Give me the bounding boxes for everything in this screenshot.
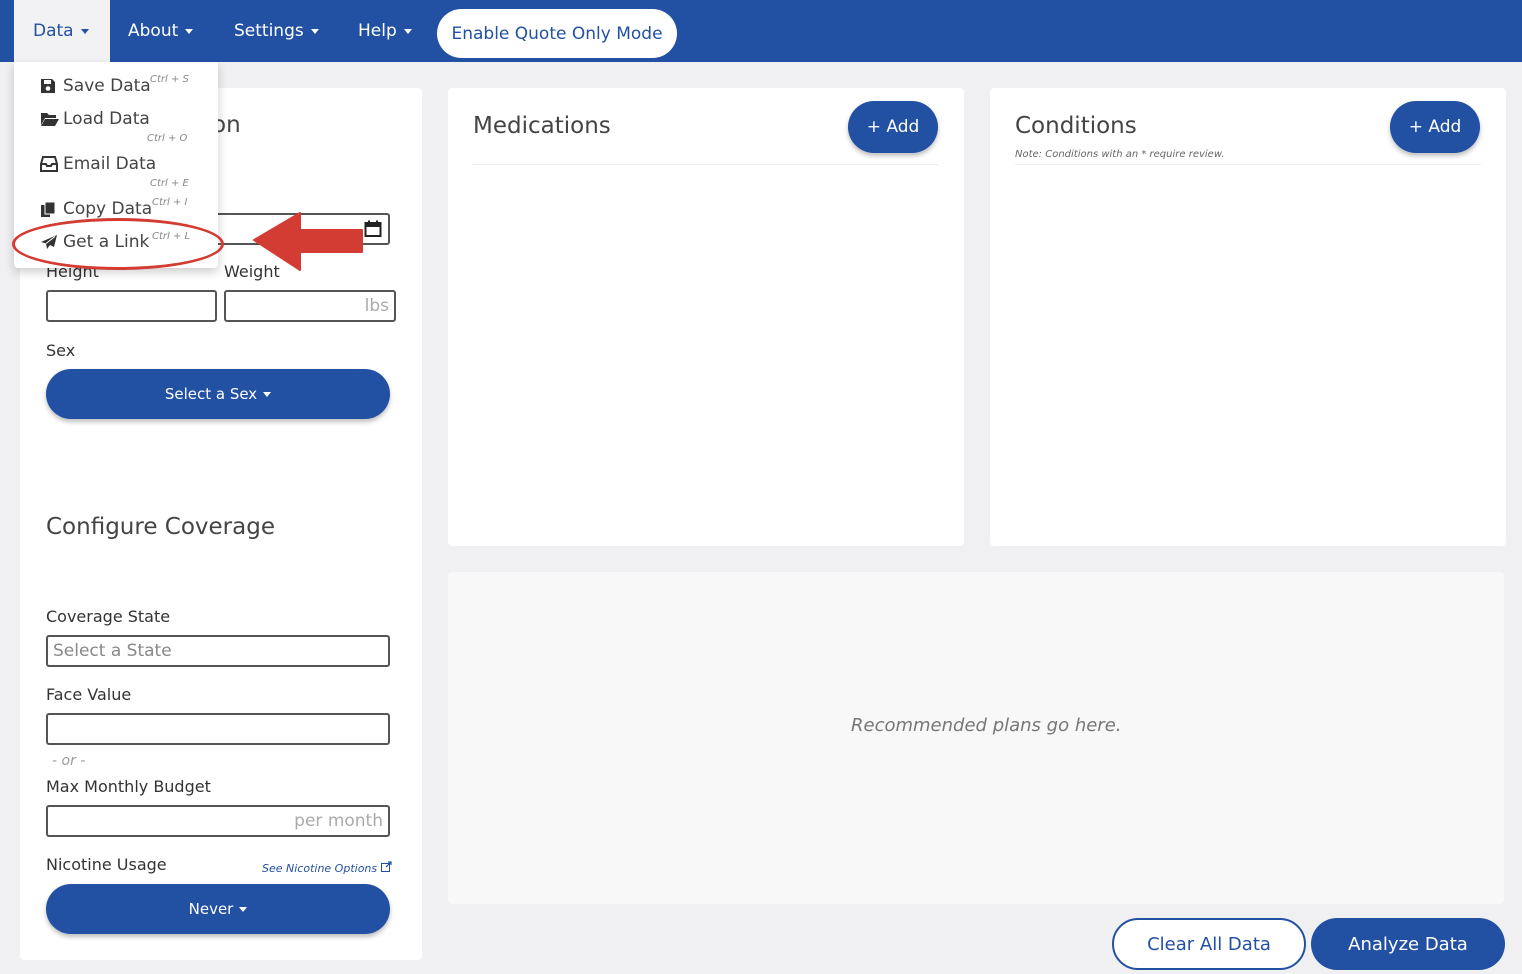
nav-about-label: About — [128, 21, 179, 41]
recommended-plans-placeholder: Recommended plans go here. — [851, 715, 1122, 736]
weight-unit: lbs — [364, 296, 389, 316]
medications-divider — [473, 164, 939, 165]
top-navbar: Data About Settings Help Enable Quote On… — [0, 0, 1522, 62]
nicotine-usage-value: Never — [188, 900, 234, 918]
medications-panel: Medications + Add — [448, 88, 964, 546]
caret-down-icon — [403, 28, 412, 34]
face-value-label: Face Value — [46, 685, 132, 704]
nav-help-label: Help — [358, 21, 397, 41]
see-nicotine-options-label: See Nicotine Options — [262, 862, 378, 875]
caret-down-icon — [185, 28, 194, 34]
select-sex-label: Select a Sex — [164, 385, 258, 403]
annotation-arrow-icon — [253, 212, 363, 271]
conditions-panel: Conditions Note: Conditions with an * re… — [990, 88, 1506, 546]
copy-data-shortcut: Ctrl + I — [152, 197, 188, 208]
menu-item-label: Save Data — [63, 76, 151, 96]
weight-input[interactable]: lbs — [224, 290, 396, 322]
external-link-icon — [380, 861, 392, 872]
nav-help-menu[interactable]: Help — [358, 0, 412, 62]
coverage-state-placeholder: Select a State — [53, 641, 172, 661]
caret-down-icon — [310, 28, 319, 34]
menu-item-label: Load Data — [63, 109, 150, 129]
inbox-icon — [40, 156, 60, 172]
calendar-icon[interactable] — [364, 220, 382, 238]
email-data-shortcut: Ctrl + E — [150, 178, 189, 189]
floppy-disk-icon — [40, 78, 60, 94]
conditions-review-note: Note: Conditions with an * require revie… — [1015, 149, 1225, 160]
budget-unit: per month — [294, 811, 383, 831]
menu-item-load-data[interactable]: Load Data — [40, 109, 150, 129]
menu-item-label: Copy Data — [63, 199, 153, 219]
save-data-shortcut: Ctrl + S — [150, 74, 189, 85]
conditions-divider — [1015, 164, 1481, 165]
analyze-data-button[interactable]: Analyze Data — [1311, 918, 1505, 970]
caret-down-icon — [263, 391, 272, 397]
caret-down-icon — [80, 28, 89, 34]
nav-about-menu[interactable]: About — [128, 0, 194, 62]
add-condition-button[interactable]: + Add — [1390, 101, 1480, 153]
coverage-state-input[interactable]: Select a State — [46, 635, 390, 667]
menu-item-copy-data[interactable]: Copy Data — [40, 199, 152, 219]
max-monthly-budget-input[interactable]: per month — [46, 805, 390, 837]
coverage-state-label: Coverage State — [46, 607, 171, 626]
nav-data-label: Data — [33, 21, 74, 41]
medications-title: Medications — [473, 113, 611, 139]
see-nicotine-options-link[interactable]: See Nicotine Options — [262, 861, 392, 875]
menu-item-label: Email Data — [63, 154, 157, 174]
menu-item-email-data[interactable]: Email Data — [40, 154, 156, 174]
add-medication-button[interactable]: + Add — [848, 101, 938, 153]
load-data-shortcut: Ctrl + O — [147, 133, 188, 144]
face-value-input[interactable] — [46, 713, 390, 745]
folder-open-icon — [40, 111, 60, 127]
configure-coverage-title: Configure Coverage — [46, 514, 275, 540]
select-sex-button[interactable]: Select a Sex — [46, 369, 390, 419]
enable-quote-only-mode-button[interactable]: Enable Quote Only Mode — [437, 9, 677, 58]
height-input[interactable] — [46, 290, 217, 322]
recommended-plans-panel: Recommended plans go here. — [448, 572, 1504, 904]
nav-data-menu[interactable]: Data — [14, 0, 110, 62]
or-separator: - or - — [52, 753, 86, 769]
nicotine-usage-label: Nicotine Usage — [46, 855, 167, 874]
clear-all-data-button[interactable]: Clear All Data — [1112, 918, 1306, 970]
sex-label: Sex — [46, 341, 76, 360]
nav-settings-menu[interactable]: Settings — [234, 0, 319, 62]
nicotine-usage-button[interactable]: Never — [46, 884, 390, 934]
annotation-highlight-ellipse — [12, 218, 224, 270]
menu-item-save-data[interactable]: Save Data — [40, 76, 151, 96]
caret-down-icon — [239, 906, 248, 912]
conditions-title: Conditions — [1015, 113, 1137, 139]
copy-icon — [40, 201, 60, 218]
nav-settings-label: Settings — [234, 21, 304, 41]
max-monthly-budget-label: Max Monthly Budget — [46, 777, 211, 796]
